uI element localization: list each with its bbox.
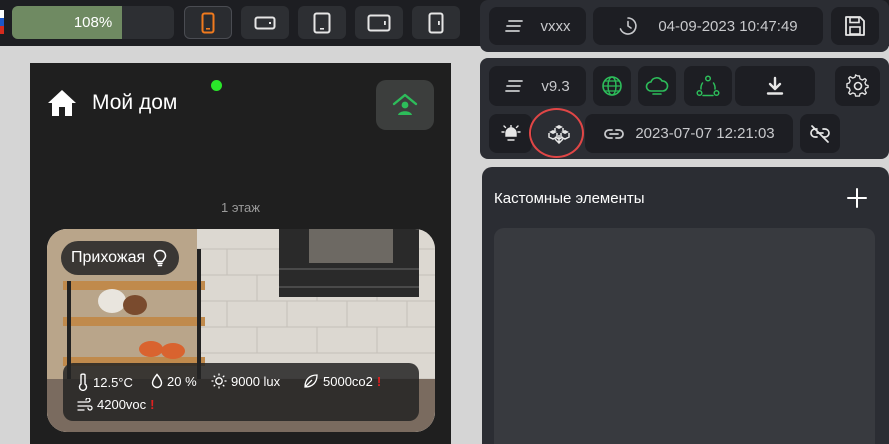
tablet-landscape-icon	[367, 14, 391, 31]
voc-warning-mark: !	[150, 397, 155, 412]
online-status-dot	[211, 80, 222, 91]
lamp-icon	[500, 124, 521, 141]
save-timestamp: 04-09-2023 10:47:49	[658, 17, 798, 35]
device-mobile-button[interactable]	[184, 6, 232, 39]
room-sensors-panel: 12.5°C 20 % 9000 lux 5000co2 ! 4200voc !	[63, 363, 419, 421]
highlight-ring	[529, 108, 584, 158]
room-card[interactable]: Прихожая 12.5°C 20 % 9000 lux 5000co2 ! …	[47, 229, 435, 432]
light-sensor: 9000 lux	[211, 373, 280, 389]
download-button[interactable]	[735, 66, 815, 106]
co2-sensor: 5000co2 !	[303, 373, 381, 389]
history-button[interactable]: 04-09-2023 10:47:49	[593, 7, 823, 45]
zoom-slider[interactable]: 108%	[12, 6, 174, 39]
link-icon	[604, 128, 625, 139]
language-flag-icon[interactable]	[0, 10, 4, 34]
settings-button[interactable]	[835, 66, 880, 106]
menu-lines-icon	[504, 20, 523, 32]
temperature-value: 12.5°C	[93, 374, 133, 390]
network-button[interactable]	[593, 66, 631, 106]
link-timestamp: 2023-07-07 12:21:03	[635, 125, 775, 142]
cloud-button[interactable]	[638, 66, 676, 106]
add-custom-element-button[interactable]	[843, 184, 871, 212]
device-tablet-button[interactable]	[298, 6, 346, 39]
home-icon	[48, 90, 76, 116]
custom-elements-title: Кастомные элементы	[494, 190, 645, 207]
voc-sensor: 4200voc !	[77, 397, 155, 412]
cloud-icon	[645, 77, 669, 95]
download-icon	[766, 76, 784, 95]
tablet-icon	[313, 12, 331, 33]
co2-value: 5000co2	[323, 373, 373, 389]
humidity-sensor: 20 %	[151, 373, 197, 389]
mqtt-button[interactable]	[684, 66, 732, 106]
home-settings-button[interactable]	[376, 80, 434, 130]
project-menu-button[interactable]: vxxx	[489, 7, 586, 45]
wind-icon	[77, 397, 93, 411]
lightbulb-icon	[153, 249, 167, 267]
zoom-value: 108%	[73, 14, 113, 31]
unlink-button[interactable]	[800, 114, 840, 153]
globe-icon	[602, 76, 622, 96]
menu-lines-icon	[505, 80, 524, 92]
device-tablet-landscape-button[interactable]	[355, 6, 403, 39]
sun-icon	[211, 373, 227, 389]
plus-icon	[847, 188, 867, 208]
device-tablet-portrait-button[interactable]	[412, 6, 460, 39]
page-title: Мой дом	[92, 91, 178, 114]
save-button[interactable]	[831, 7, 879, 45]
mobile-icon	[201, 12, 215, 33]
device-small-tablet-button[interactable]	[241, 6, 289, 39]
lamp-button[interactable]	[489, 114, 532, 153]
project-label: vxxx	[540, 17, 571, 35]
version-button[interactable]: v9.3	[489, 66, 586, 106]
small-tablet-landscape-icon	[254, 16, 276, 29]
tablet-portrait-icon	[428, 12, 444, 33]
home-user-icon	[392, 93, 418, 115]
nodes-icon	[696, 75, 720, 97]
thermometer-icon	[78, 373, 88, 391]
room-title-chip[interactable]: Прихожая	[61, 241, 180, 275]
version-label: v9.3	[541, 77, 570, 95]
gear-icon	[845, 74, 869, 97]
light-value: 9000 lux	[231, 373, 281, 389]
unlink-icon	[810, 124, 830, 143]
water-drop-icon	[151, 373, 163, 389]
temperature-sensor: 12.5°C	[77, 373, 133, 391]
custom-elements-list[interactable]	[494, 228, 875, 444]
dashboard-preview: Мой дом 1 этаж Прихожая 12.5°C 20 % 9000…	[30, 63, 451, 444]
project-panel: vxxx 04-09-2023 10:47:49	[480, 0, 889, 52]
leaf-icon	[304, 374, 318, 388]
co2-warning-mark: !	[376, 373, 382, 389]
history-icon	[620, 17, 638, 35]
voc-value: 4200voc	[97, 397, 147, 412]
room-name: Прихожая	[71, 249, 146, 266]
floppy-disk-icon	[845, 16, 865, 36]
humidity-value: 20 %	[167, 373, 197, 389]
link-status-button[interactable]: 2023-07-07 12:21:03	[585, 114, 793, 153]
floor-label: 1 этаж	[221, 200, 260, 215]
